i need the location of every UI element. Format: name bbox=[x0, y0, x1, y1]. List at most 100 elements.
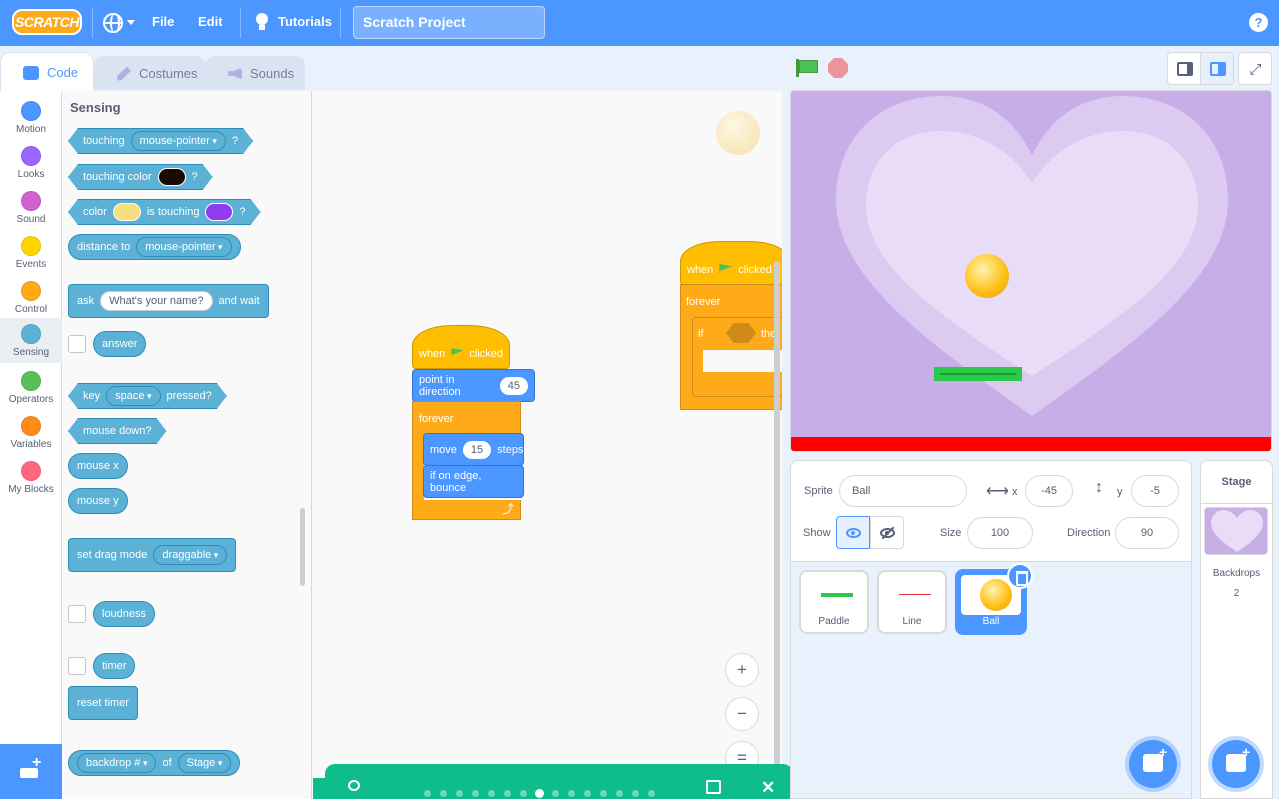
tutorial-step-dot[interactable] bbox=[568, 790, 575, 797]
tutorials-menu[interactable]: Tutorials bbox=[278, 14, 332, 29]
add-backdrop-button[interactable] bbox=[1212, 740, 1260, 788]
timer-checkbox[interactable] bbox=[68, 657, 86, 675]
set-drag-mode-block[interactable]: set drag mode draggable bbox=[68, 538, 237, 572]
tutorial-step-dot-active[interactable] bbox=[535, 789, 544, 798]
project-title-input[interactable]: Scratch Project bbox=[353, 6, 545, 39]
tutorial-step-dot[interactable] bbox=[520, 790, 527, 797]
tab-costumes[interactable]: Costumes bbox=[94, 56, 206, 90]
mouse-down-block[interactable]: mouse down? bbox=[68, 418, 167, 444]
file-menu[interactable]: File bbox=[152, 14, 174, 29]
object-dropdown[interactable]: Stage bbox=[177, 753, 232, 773]
mouse-y-block[interactable]: mouse y bbox=[68, 488, 128, 514]
forever-block-2[interactable]: forever if the bbox=[680, 284, 782, 410]
help-icon[interactable]: ? bbox=[1249, 13, 1268, 32]
touching-block[interactable]: touching mouse-pointer ? bbox=[68, 128, 253, 154]
close-icon[interactable]: ✕ bbox=[761, 778, 775, 798]
point-in-direction-block[interactable]: point in direction 45 bbox=[412, 369, 535, 402]
touching-color-block[interactable]: touching color ? bbox=[68, 164, 213, 190]
distance-to-block[interactable]: distance to mouse-pointer bbox=[68, 234, 241, 260]
attribute-dropdown[interactable]: backdrop # bbox=[77, 753, 157, 773]
x-input[interactable]: -45 bbox=[1025, 475, 1073, 507]
backdrop-of-stage-block[interactable]: backdrop # of Stage bbox=[68, 750, 241, 776]
edit-menu[interactable]: Edit bbox=[198, 14, 223, 29]
tutorial-step-dot[interactable] bbox=[552, 790, 559, 797]
category-control[interactable]: Control bbox=[0, 275, 62, 320]
sprite-name-input[interactable]: Ball bbox=[839, 475, 967, 507]
if-then-block[interactable]: if the bbox=[692, 317, 782, 397]
when-flag-clicked-block-2[interactable]: when clicked bbox=[680, 241, 782, 285]
drag-mode-dropdown[interactable]: draggable bbox=[153, 545, 228, 565]
palette-scrollbar[interactable] bbox=[300, 508, 305, 586]
sprite-tile-paddle[interactable]: Paddle bbox=[799, 570, 869, 634]
add-sprite-button[interactable] bbox=[1129, 740, 1177, 788]
add-extension-button[interactable] bbox=[0, 744, 62, 799]
color-swatch[interactable] bbox=[113, 203, 141, 221]
tutorial-step-dot[interactable] bbox=[424, 790, 431, 797]
category-variables[interactable]: Variables bbox=[0, 410, 62, 455]
green-flag-button[interactable] bbox=[796, 59, 818, 77]
when-flag-clicked-block[interactable]: when clicked bbox=[412, 325, 510, 369]
sprite-tile-line[interactable]: Line bbox=[877, 570, 947, 634]
workspace-scrollbar[interactable] bbox=[774, 261, 780, 781]
answer-checkbox[interactable] bbox=[68, 335, 86, 353]
steps-input[interactable]: 15 bbox=[462, 440, 492, 459]
code-workspace[interactable]: when clicked point in direction 45 forev… bbox=[312, 91, 782, 799]
mouse-x-block[interactable]: mouse x bbox=[68, 453, 128, 479]
tutorial-lightbulb-icon[interactable] bbox=[348, 780, 360, 794]
zoom-out-icon[interactable]: − bbox=[725, 697, 759, 731]
category-looks[interactable]: Looks bbox=[0, 140, 62, 185]
tutorial-step-dot[interactable] bbox=[584, 790, 591, 797]
tutorial-step-dot[interactable] bbox=[648, 790, 655, 797]
tutorial-step-dot[interactable] bbox=[472, 790, 479, 797]
touching-dropdown[interactable]: mouse-pointer bbox=[131, 131, 226, 151]
stage-thumbnail[interactable] bbox=[1204, 507, 1268, 555]
small-stage-button[interactable] bbox=[1167, 52, 1201, 85]
tutorial-step-dot[interactable] bbox=[440, 790, 447, 797]
direction-input[interactable]: 45 bbox=[499, 376, 528, 395]
key-dropdown[interactable]: space bbox=[106, 386, 160, 406]
move-steps-block[interactable]: move 15 steps bbox=[423, 433, 524, 466]
fullscreen-button[interactable]: ⤢ bbox=[1238, 52, 1272, 85]
ask-and-wait-block[interactable]: ask What's your name? and wait bbox=[68, 284, 269, 318]
color-swatch[interactable] bbox=[158, 168, 186, 186]
normal-stage-button[interactable] bbox=[1200, 52, 1234, 85]
category-my-blocks[interactable]: My Blocks bbox=[0, 455, 62, 500]
ball-sprite[interactable] bbox=[965, 254, 1009, 298]
category-operators[interactable]: Operators bbox=[0, 365, 62, 410]
answer-block[interactable]: answer bbox=[93, 331, 147, 357]
reset-timer-block[interactable]: reset timer bbox=[68, 686, 138, 720]
language-globe-icon[interactable] bbox=[103, 13, 123, 33]
tutorial-step-dot[interactable] bbox=[632, 790, 639, 797]
hide-sprite-button[interactable] bbox=[870, 516, 904, 549]
delete-sprite-icon[interactable] bbox=[1007, 563, 1033, 589]
tab-code[interactable]: Code bbox=[0, 52, 94, 92]
category-sensing[interactable]: Sensing bbox=[0, 318, 62, 363]
boolean-slot[interactable] bbox=[726, 323, 756, 343]
tutorial-expand-icon[interactable] bbox=[706, 780, 721, 794]
loudness-checkbox[interactable] bbox=[68, 605, 86, 623]
category-events[interactable]: Events bbox=[0, 230, 62, 275]
if-on-edge-bounce-block[interactable]: if on edge, bounce bbox=[423, 465, 524, 498]
stage-canvas[interactable] bbox=[790, 90, 1272, 452]
tab-sounds[interactable]: Sounds bbox=[205, 56, 305, 90]
scratch-logo[interactable]: SCRATCH bbox=[12, 9, 82, 35]
paddle-sprite[interactable] bbox=[934, 367, 1022, 381]
timer-block[interactable]: timer bbox=[93, 653, 136, 679]
key-pressed-block[interactable]: key space pressed? bbox=[68, 383, 227, 409]
y-input[interactable]: -5 bbox=[1131, 475, 1179, 507]
zoom-in-icon[interactable]: + bbox=[725, 653, 759, 687]
size-input[interactable]: 100 bbox=[967, 517, 1033, 549]
stop-button[interactable] bbox=[828, 58, 848, 78]
tutorial-step-dot[interactable] bbox=[600, 790, 607, 797]
ask-text-input[interactable]: What's your name? bbox=[100, 291, 213, 311]
tutorial-step-dot[interactable] bbox=[504, 790, 511, 797]
category-sound[interactable]: Sound bbox=[0, 185, 62, 230]
loudness-block[interactable]: loudness bbox=[93, 601, 156, 627]
show-sprite-button[interactable] bbox=[836, 516, 870, 549]
tutorial-step-dot[interactable] bbox=[488, 790, 495, 797]
tutorial-step-dot[interactable] bbox=[616, 790, 623, 797]
category-motion[interactable]: Motion bbox=[0, 95, 62, 140]
direction-input[interactable]: 90 bbox=[1115, 517, 1179, 549]
color-swatch[interactable] bbox=[205, 203, 233, 221]
distance-dropdown[interactable]: mouse-pointer bbox=[136, 237, 232, 257]
